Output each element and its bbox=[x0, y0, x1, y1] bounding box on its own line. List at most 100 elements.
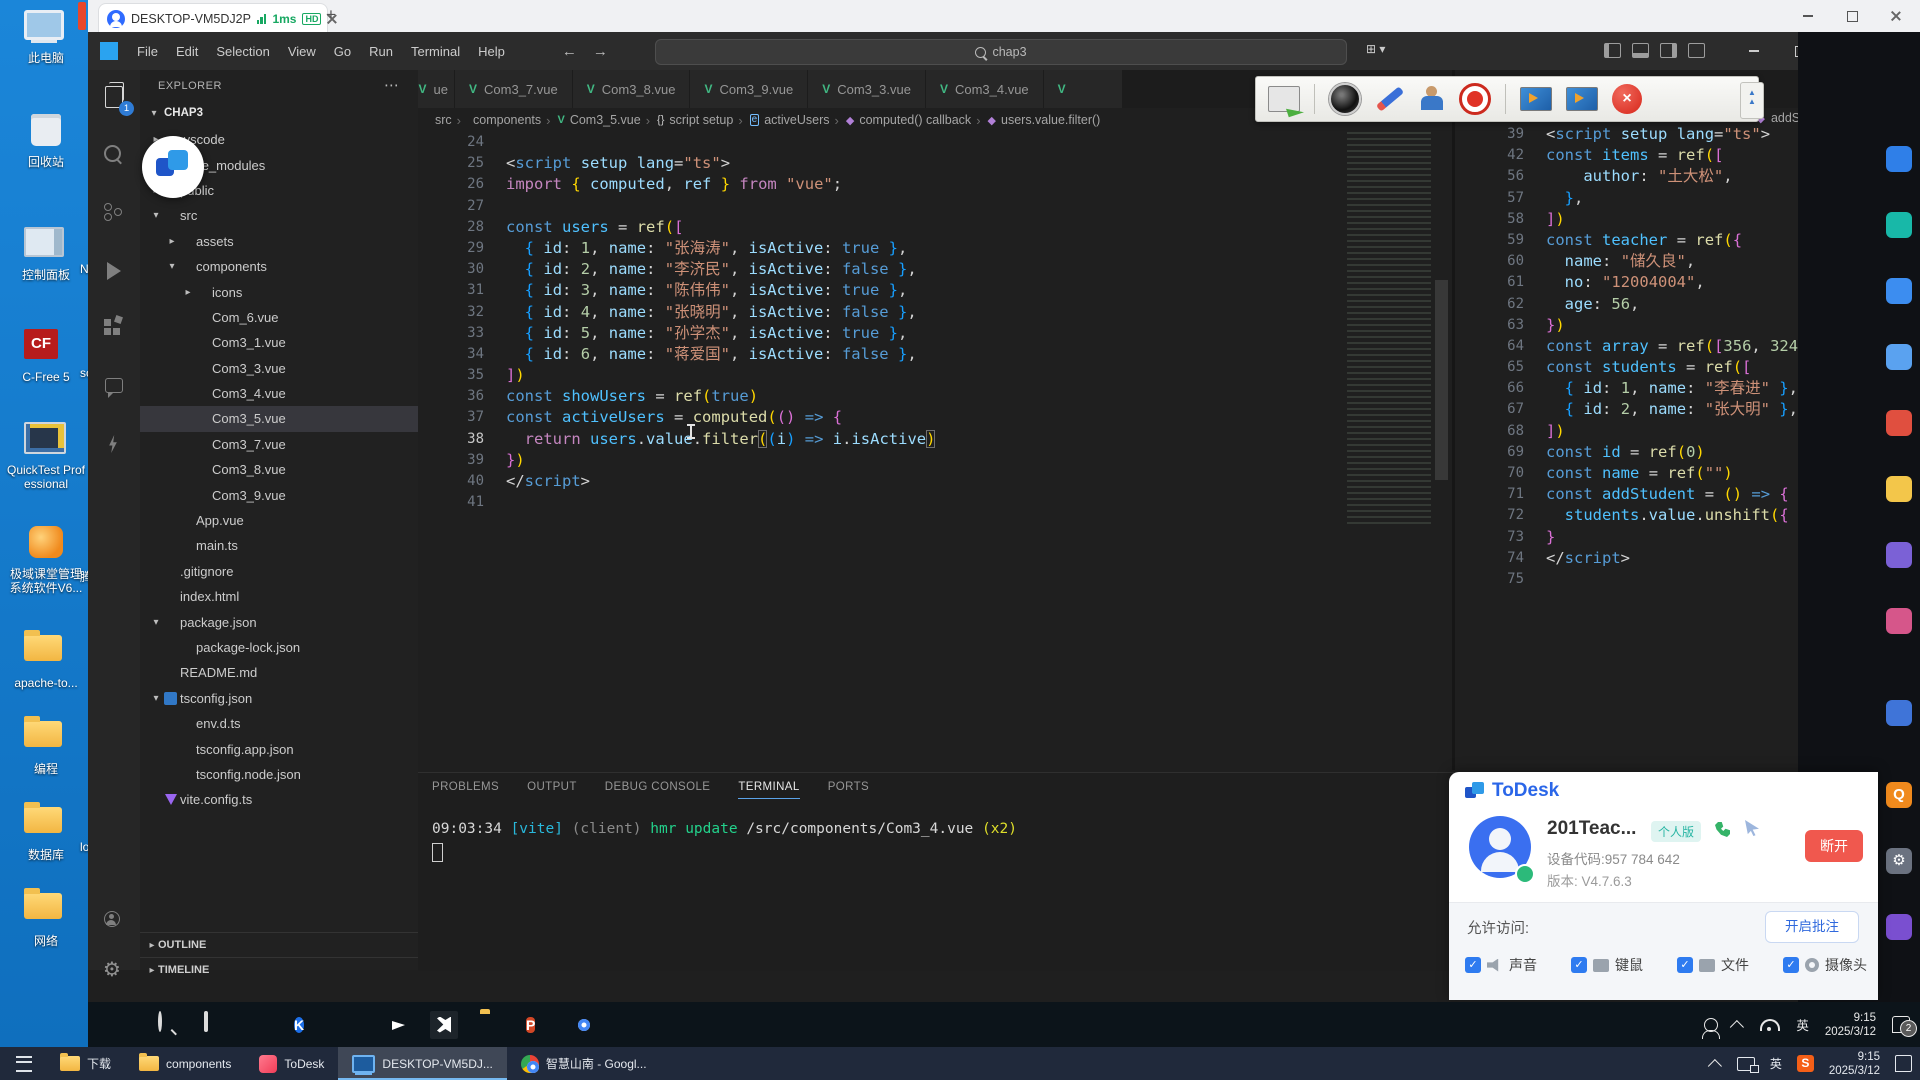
dock-app-violet[interactable] bbox=[1886, 914, 1912, 940]
edge-icon[interactable] bbox=[248, 1013, 272, 1037]
permission-toggle[interactable]: ✓ 文件 bbox=[1677, 955, 1749, 975]
tree-item[interactable]: Com3_9.vue bbox=[140, 482, 418, 507]
nav-forward-icon[interactable]: → bbox=[585, 43, 616, 60]
local-clock[interactable]: 9:152025/3/12 bbox=[1829, 1050, 1880, 1078]
hd-badge[interactable]: HD bbox=[302, 13, 321, 25]
editor-tab[interactable]: V Com3_4.vue bbox=[926, 70, 1044, 108]
editor-splitter[interactable] bbox=[1452, 70, 1455, 770]
tree-item[interactable]: ▸ assets bbox=[140, 229, 418, 254]
tree-item[interactable]: Com3_3.vue bbox=[140, 356, 418, 381]
run-debug-icon[interactable] bbox=[101, 258, 127, 284]
pencil-annotate-icon[interactable] bbox=[1376, 86, 1404, 111]
desktop-icon[interactable]: 数据库 bbox=[4, 800, 88, 862]
checkbox-checked-icon[interactable]: ✓ bbox=[1571, 957, 1587, 973]
explorer-more-icon[interactable]: ⋯ bbox=[384, 76, 400, 94]
breadcrumb-item[interactable]: components › bbox=[468, 113, 550, 128]
enable-annotation-button[interactable]: 开启批注 bbox=[1765, 911, 1859, 943]
vscode-minimize-button[interactable] bbox=[1734, 35, 1774, 67]
tree-item[interactable]: tsconfig.app.json bbox=[140, 736, 418, 761]
breadcrumb-item[interactable]: V Com3_5.vue › bbox=[557, 113, 650, 128]
window-maximize-button[interactable] bbox=[1832, 0, 1872, 32]
task-view-button[interactable] bbox=[202, 1013, 226, 1037]
timeline-section[interactable]: ▸TIMELINE bbox=[140, 957, 418, 983]
powerpoint-icon[interactable]: P bbox=[526, 1013, 550, 1037]
desktop-icon[interactable]: 回收站 bbox=[4, 112, 88, 169]
dock-search[interactable]: Q bbox=[1886, 782, 1912, 808]
toggle-panel-icon[interactable] bbox=[1632, 43, 1649, 58]
dock-app-pink[interactable] bbox=[1886, 608, 1912, 634]
extensions-icon[interactable] bbox=[101, 316, 127, 342]
outline-section[interactable]: ▸OUTLINE bbox=[140, 932, 418, 958]
permission-toggle[interactable]: ✓ 键鼠 bbox=[1571, 955, 1643, 975]
account-icon[interactable] bbox=[101, 908, 127, 934]
todesk-floating-ball[interactable] bbox=[142, 136, 204, 198]
disconnect-button[interactable]: 断开 bbox=[1805, 830, 1863, 862]
dock-app-purple[interactable] bbox=[1886, 542, 1912, 568]
tree-item[interactable]: main.ts bbox=[140, 533, 418, 558]
breadcrumb-item[interactable]: src › bbox=[430, 113, 461, 128]
contacts-tray-icon[interactable] bbox=[1704, 1018, 1718, 1032]
dock-app-docs[interactable] bbox=[1886, 344, 1912, 370]
layout-grid-icon[interactable]: ⊞ ▾ bbox=[1366, 42, 1385, 56]
menu-item[interactable]: Selection bbox=[207, 44, 278, 59]
toggle-secondary-sidebar-icon[interactable] bbox=[1660, 43, 1677, 58]
editor-tab[interactable]: V bbox=[1044, 70, 1123, 108]
firefox-icon[interactable] bbox=[340, 1013, 364, 1037]
tree-item[interactable]: README.md bbox=[140, 660, 418, 685]
tree-item[interactable]: tsconfig.node.json bbox=[140, 762, 418, 787]
tray-overflow-icon[interactable] bbox=[1708, 1059, 1722, 1073]
editor-tab[interactable]: V Com3_7.vue bbox=[455, 70, 573, 108]
command-center-search[interactable]: chap3 bbox=[655, 39, 1347, 65]
remote-cursor-icon[interactable] bbox=[1745, 820, 1759, 836]
breadcrumb-item[interactable]: e activeUsers › bbox=[750, 113, 839, 128]
search-button[interactable] bbox=[156, 1013, 180, 1037]
tree-item[interactable]: index.html bbox=[140, 584, 418, 609]
editor-left[interactable]: 24 25 <script setup lang="ts"> 26 import… bbox=[418, 132, 1452, 532]
editor-tab[interactable]: V Com3_9.vue bbox=[690, 70, 808, 108]
k-app-icon[interactable]: K bbox=[294, 1013, 318, 1037]
tree-item[interactable]: .gitignore bbox=[140, 559, 418, 584]
menu-item[interactable]: Run bbox=[360, 44, 402, 59]
dock-app-office[interactable] bbox=[1886, 410, 1912, 436]
tree-item[interactable]: ▸ icons bbox=[140, 279, 418, 304]
dock-settings[interactable]: ⚙ bbox=[1886, 848, 1912, 874]
presenter-icon[interactable] bbox=[1419, 86, 1445, 112]
taskbar-item-chrome[interactable]: 智慧山南 - Googl... bbox=[507, 1047, 661, 1080]
panel-tab[interactable]: PORTS bbox=[828, 781, 869, 799]
dock-folder[interactable] bbox=[1886, 476, 1912, 502]
tree-item[interactable]: Com3_1.vue bbox=[140, 330, 418, 355]
screen-share-icon[interactable] bbox=[1268, 86, 1300, 112]
tree-item[interactable]: Com_6.vue bbox=[140, 305, 418, 330]
desktop-icon[interactable]: 此电脑 bbox=[4, 6, 88, 65]
start-button[interactable] bbox=[110, 1013, 134, 1037]
tree-item[interactable]: ▾ src bbox=[140, 203, 418, 228]
notification-bell-icon[interactable]: 2 bbox=[1892, 1016, 1910, 1033]
toggle-sidebar-icon[interactable] bbox=[1604, 43, 1621, 58]
tree-item[interactable]: vite.config.ts bbox=[140, 787, 418, 812]
taskbar-item-downloads[interactable]: 下载 bbox=[46, 1047, 125, 1080]
editor-tab[interactable]: V Com3_8.vue bbox=[573, 70, 691, 108]
vscode-taskbar-icon[interactable] bbox=[430, 1011, 458, 1039]
tree-item[interactable]: env.d.ts bbox=[140, 711, 418, 736]
panel-tab[interactable]: OUTPUT bbox=[527, 781, 577, 799]
menu-item[interactable]: Terminal bbox=[402, 44, 469, 59]
dock-app-contacts[interactable] bbox=[1886, 212, 1912, 238]
nav-back-icon[interactable]: ← bbox=[554, 43, 585, 60]
panel-tab[interactable]: PROBLEMS bbox=[432, 781, 499, 799]
dock-app-blue[interactable] bbox=[1886, 700, 1912, 726]
breadcrumb-item[interactable]: ◆ users.value.filter() bbox=[988, 113, 1101, 127]
taskbar-menu-icon[interactable] bbox=[16, 1056, 32, 1072]
checkbox-checked-icon[interactable]: ✓ bbox=[1465, 957, 1481, 973]
record-icon[interactable] bbox=[1459, 83, 1491, 115]
ime-indicator[interactable]: 英 bbox=[1770, 1055, 1782, 1072]
tree-item[interactable]: Com3_8.vue bbox=[140, 457, 418, 482]
editor-scrollbar[interactable] bbox=[1435, 280, 1448, 480]
file-explorer-icon[interactable] bbox=[480, 1013, 504, 1037]
desktop-icon[interactable]: 网络 bbox=[4, 886, 88, 948]
webcam-icon[interactable] bbox=[1329, 83, 1361, 115]
toolbar-collapse-icon[interactable]: ▲▲ bbox=[1740, 82, 1764, 119]
taskbar-item-components[interactable]: components bbox=[125, 1047, 245, 1080]
taskbar-item-todesk[interactable]: ToDesk bbox=[245, 1047, 338, 1080]
desktop-icon[interactable]: 编程 bbox=[4, 714, 88, 776]
toolbar-close-icon[interactable]: × bbox=[1612, 84, 1642, 114]
